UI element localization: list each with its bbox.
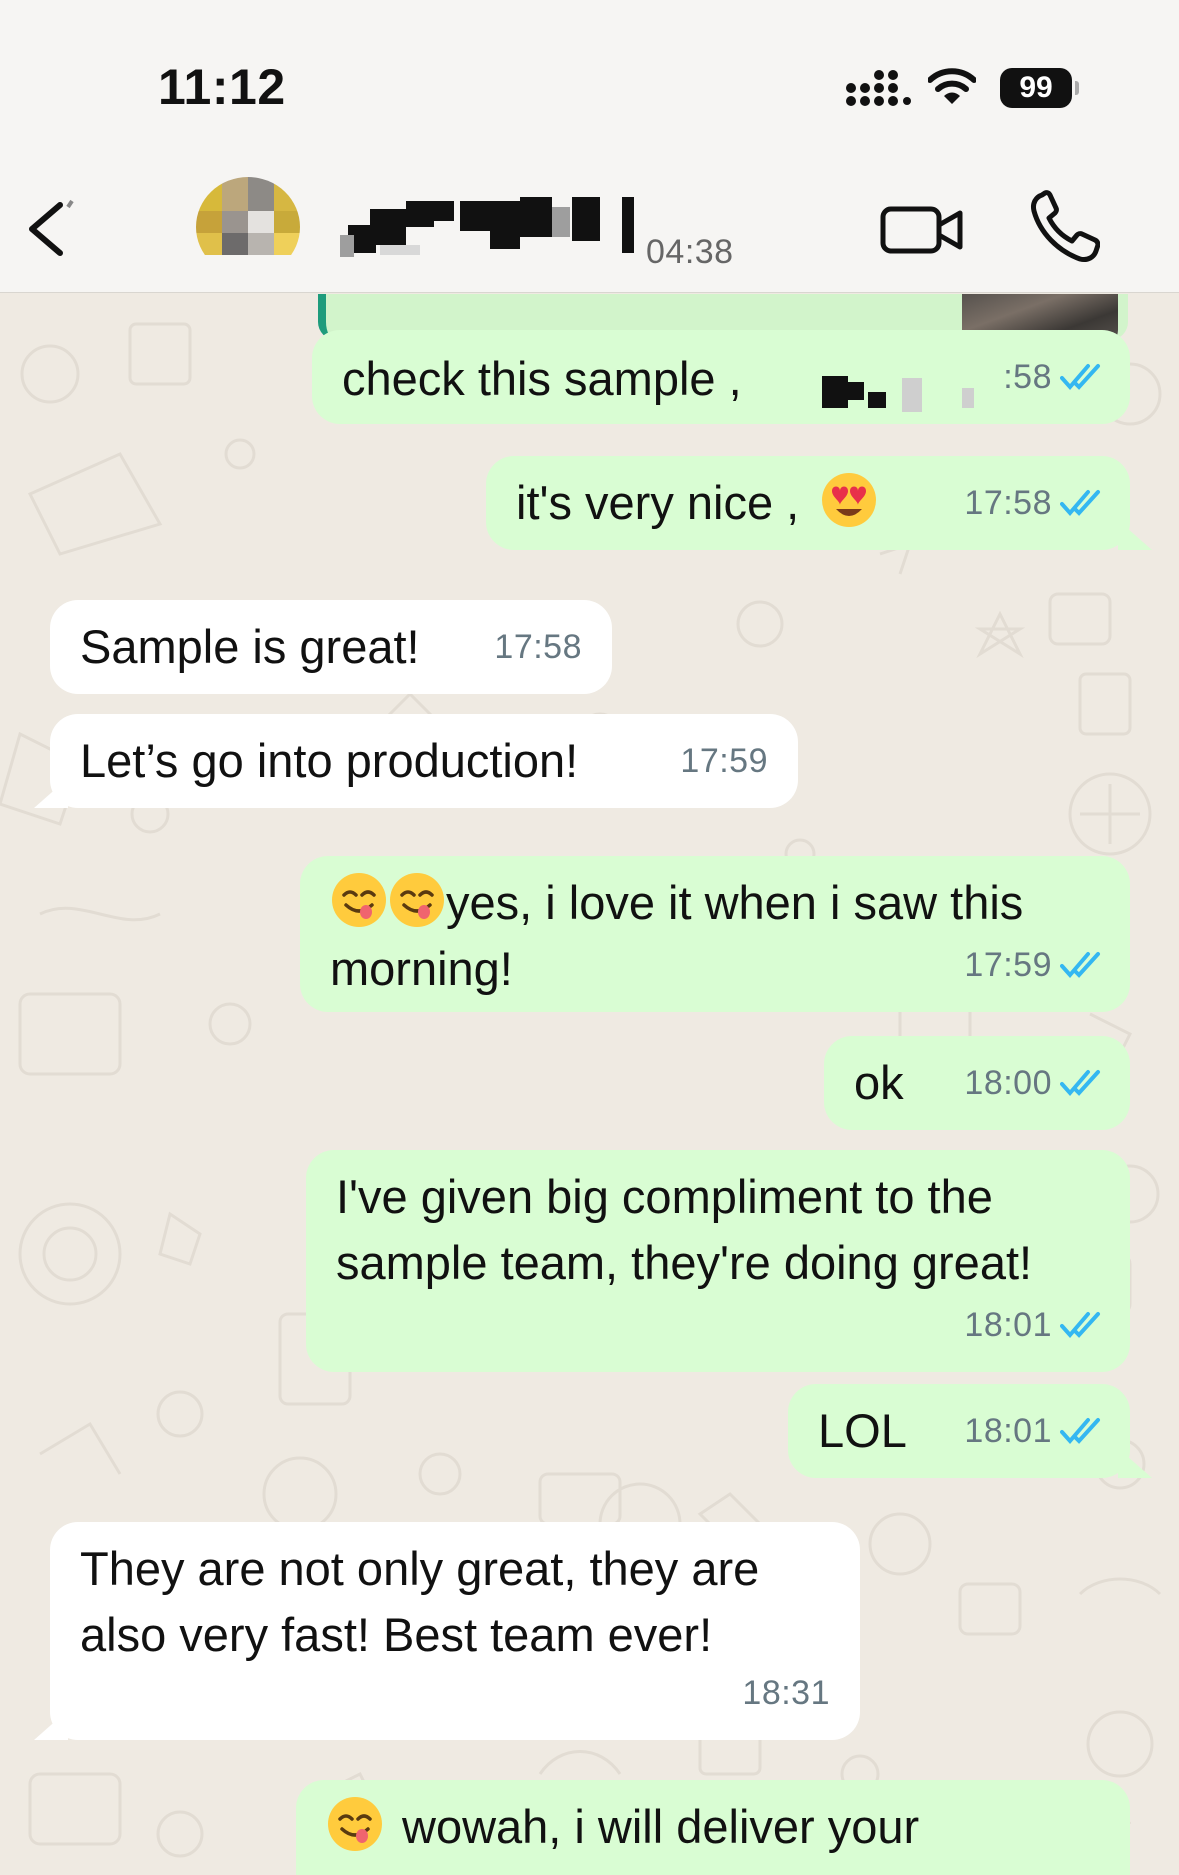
redacted-text bbox=[822, 376, 848, 408]
contact-avatar[interactable] bbox=[196, 177, 300, 277]
message-outgoing[interactable]: check this sample , :58 bbox=[312, 330, 1130, 424]
chat-header: 04:38 bbox=[0, 145, 1179, 293]
contact-name-redacted[interactable] bbox=[340, 197, 640, 257]
message-outgoing[interactable]: ok 18:00 bbox=[824, 1036, 1130, 1130]
message-time: 17:59 bbox=[680, 742, 768, 780]
last-seen-time: 04:38 bbox=[646, 233, 734, 271]
redacted-text bbox=[962, 388, 974, 408]
heart-eyes-emoji-icon bbox=[822, 473, 877, 527]
message-time: 17:58 bbox=[494, 628, 582, 666]
redacted-text bbox=[868, 392, 886, 408]
read-receipt-icon bbox=[1060, 1312, 1100, 1339]
message-outgoing[interactable]: it's very nice , 17:58 bbox=[486, 456, 1130, 550]
bubble-tail bbox=[1118, 1448, 1152, 1478]
message-time: 18:31 bbox=[742, 1674, 830, 1712]
bubble-tail bbox=[34, 778, 68, 808]
bubble-tail bbox=[1118, 520, 1152, 550]
message-text: wowah, i will deliver your bbox=[326, 1794, 1100, 1860]
message-meta: 17:59 bbox=[680, 728, 768, 794]
message-time: 17:59 bbox=[964, 946, 1052, 984]
message-meta: 17:59 bbox=[964, 932, 1104, 998]
status-bar: 11:12 99 bbox=[0, 0, 1179, 145]
yum-emoji-icon bbox=[390, 873, 444, 927]
read-receipt-icon bbox=[1060, 952, 1100, 979]
status-time: 11:12 bbox=[158, 59, 286, 115]
message-meta: 17:58 bbox=[494, 614, 582, 680]
message-meta: :58 bbox=[1003, 344, 1104, 410]
yum-emoji-icon bbox=[328, 1797, 382, 1851]
message-time: 18:00 bbox=[964, 1064, 1052, 1102]
message-outgoing[interactable]: wowah, i will deliver your bbox=[296, 1780, 1130, 1875]
redacted-text bbox=[902, 378, 922, 412]
message-meta: 17:58 bbox=[964, 470, 1104, 536]
battery-indicator: 99 bbox=[1000, 68, 1079, 108]
wifi-icon bbox=[928, 68, 976, 104]
read-receipt-icon bbox=[1060, 1418, 1100, 1445]
video-call-icon[interactable] bbox=[880, 195, 964, 265]
message-meta: 18:00 bbox=[964, 1050, 1104, 1116]
message-meta: 18:31 bbox=[742, 1660, 830, 1726]
chat-message-list[interactable]: check this sample , :58 it's very nice ,… bbox=[0, 294, 1179, 1875]
read-receipt-icon bbox=[1060, 364, 1100, 391]
message-meta: 18:01 bbox=[964, 1292, 1104, 1358]
message-time: 18:01 bbox=[964, 1412, 1052, 1450]
message-outgoing[interactable]: LOL 18:01 bbox=[788, 1384, 1130, 1478]
redacted-text bbox=[848, 382, 864, 400]
message-text: They are not only great, they are also v… bbox=[80, 1542, 760, 1661]
phone-call-icon[interactable] bbox=[1028, 189, 1100, 265]
yum-emoji-icon bbox=[332, 873, 386, 927]
cellular-signal-icon bbox=[846, 70, 911, 106]
message-incoming[interactable]: Let’s go into production! 17:59 bbox=[50, 714, 798, 808]
message-outgoing[interactable]: I've given big compliment to the sample … bbox=[306, 1150, 1130, 1372]
message-outgoing[interactable]: yes, i love it when i saw this morning! … bbox=[300, 856, 1130, 1012]
message-incoming[interactable]: Sample is great! 17:58 bbox=[50, 600, 612, 694]
back-icon[interactable] bbox=[20, 193, 90, 263]
message-time: :58 bbox=[1003, 358, 1052, 396]
bubble-tail bbox=[34, 1710, 68, 1740]
message-text: check this sample , bbox=[342, 352, 742, 405]
message-incoming[interactable]: They are not only great, they are also v… bbox=[50, 1522, 860, 1740]
message-time: 18:01 bbox=[964, 1306, 1052, 1344]
message-text: Let’s go into production! bbox=[80, 734, 579, 787]
message-meta: 18:01 bbox=[964, 1398, 1104, 1464]
read-receipt-icon bbox=[1060, 490, 1100, 517]
read-receipt-icon bbox=[1060, 1070, 1100, 1097]
message-text: I've given big compliment to the sample … bbox=[336, 1170, 1033, 1289]
message-time: 17:58 bbox=[964, 484, 1052, 522]
